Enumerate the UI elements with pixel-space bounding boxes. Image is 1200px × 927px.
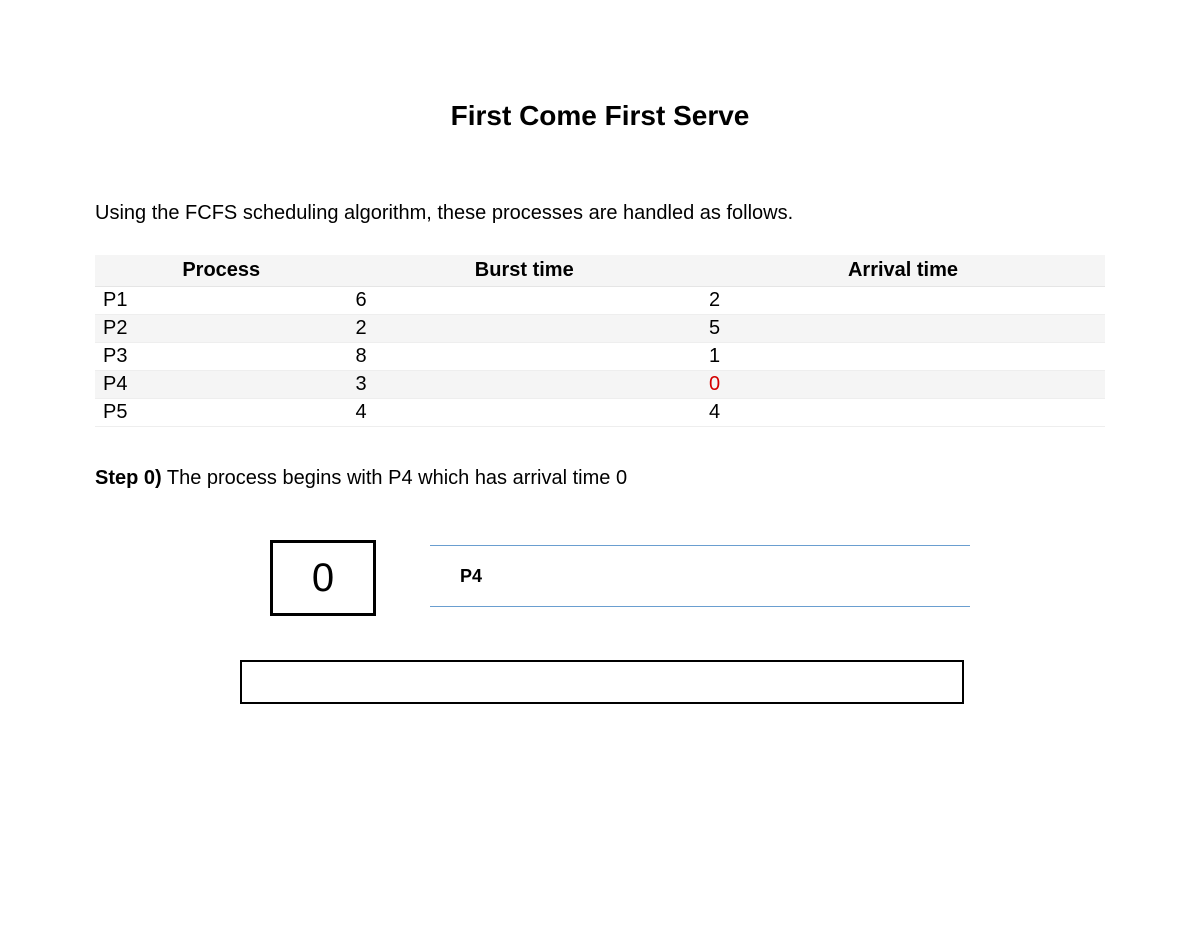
- cell-process: P5: [95, 399, 348, 427]
- cell-process: P3: [95, 343, 348, 371]
- step-description: Step 0) The process begins with P4 which…: [95, 467, 1105, 490]
- cell-burst: 3: [348, 371, 702, 399]
- cell-burst: 4: [348, 399, 702, 427]
- ready-queue: P4: [430, 545, 970, 607]
- table-row: P162: [95, 287, 1105, 315]
- table-row: P430: [95, 371, 1105, 399]
- table-row: P544: [95, 399, 1105, 427]
- diagram-area: 0 P4: [95, 540, 1105, 740]
- page-title: First Come First Serve: [95, 100, 1105, 132]
- table-row: P381: [95, 343, 1105, 371]
- time-box: 0: [270, 540, 376, 616]
- cell-arrival: 2: [701, 287, 1105, 315]
- cell-burst: 8: [348, 343, 702, 371]
- queue-item: P4: [460, 566, 482, 587]
- cell-arrival: 0: [701, 371, 1105, 399]
- col-burst: Burst time: [348, 255, 702, 287]
- cell-arrival: 1: [701, 343, 1105, 371]
- gantt-chart: [240, 660, 964, 704]
- cell-arrival: 4: [701, 399, 1105, 427]
- process-table: Process Burst time Arrival time P162P225…: [95, 255, 1105, 427]
- intro-text: Using the FCFS scheduling algorithm, the…: [95, 202, 1105, 225]
- cell-process: P1: [95, 287, 348, 315]
- cell-process: P2: [95, 315, 348, 343]
- cell-process: P4: [95, 371, 348, 399]
- step-label: Step 0): [95, 467, 162, 489]
- cell-burst: 2: [348, 315, 702, 343]
- col-process: Process: [95, 255, 348, 287]
- cell-arrival: 5: [701, 315, 1105, 343]
- table-row: P225: [95, 315, 1105, 343]
- step-text: The process begins with P4 which has arr…: [162, 467, 627, 489]
- col-arrival: Arrival time: [701, 255, 1105, 287]
- cell-burst: 6: [348, 287, 702, 315]
